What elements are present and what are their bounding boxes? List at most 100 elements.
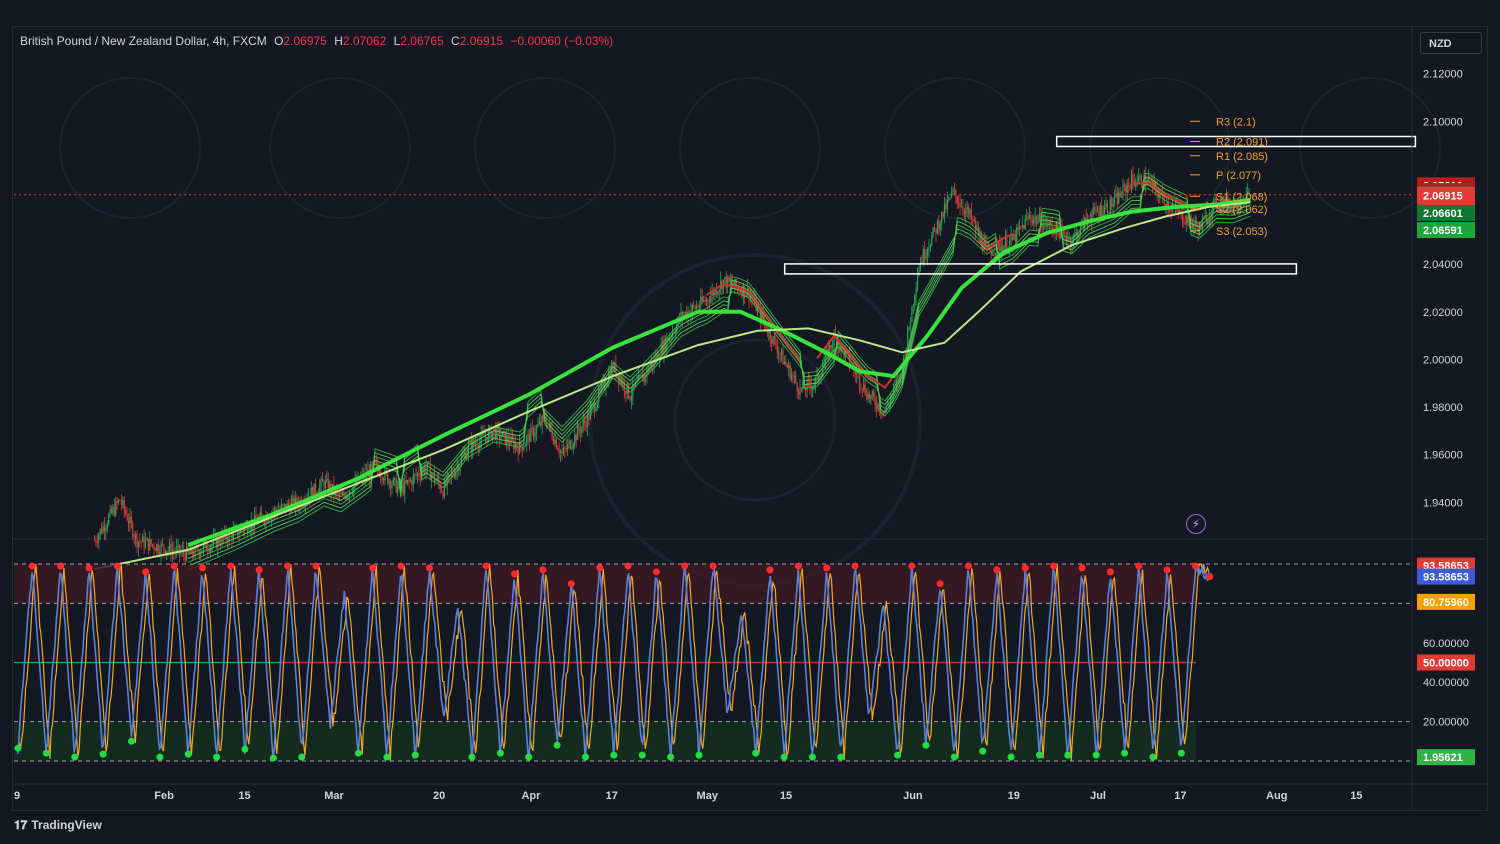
candle-body [568,440,570,444]
candle-body [962,206,964,211]
candle-body [470,441,472,452]
watermark-seal [884,77,1026,219]
osc-oversold-dot [383,753,391,761]
candle-body [625,391,627,394]
candle-body [292,497,294,503]
candle-body [931,235,933,246]
candle-body [950,191,953,198]
candle-body [154,548,157,551]
candle-body [1026,217,1028,219]
osc-oversold-dot [1035,751,1043,759]
price-axis-label: 2.12000 [1423,69,1463,81]
osc-overbought-dot [369,564,377,572]
candle-body [177,544,179,548]
candle-body [389,481,392,489]
osc-oversold-dot [127,737,135,745]
candle-body [405,480,407,483]
candle-body [523,446,525,450]
candle-body [1187,216,1189,226]
candle-body [371,463,373,466]
candle-body [517,447,519,454]
osc-oversold-dot [837,753,845,761]
candle-body [105,527,107,532]
candle-body [409,480,412,482]
watermark-seal [59,77,201,219]
price-axis-label: 1.98000 [1423,402,1463,414]
candle-body [795,375,797,383]
candle-body [319,485,321,494]
candle-body [779,353,781,355]
candle-body [1027,217,1029,218]
osc-overbought-dot [85,564,93,572]
candle-body [1094,207,1096,209]
candle-body [969,210,971,214]
candle-body [99,529,101,535]
candle-body [1047,224,1049,227]
osc-overbought-dot [539,566,547,574]
tradingview-logo[interactable]: 𝟏𝟕 TradingView [14,818,102,833]
brand-name: TradingView [31,818,102,832]
candle-body [942,211,944,217]
candle-body [395,478,397,493]
osc-oversold-dot [496,749,504,757]
candle-body [576,426,579,441]
lightning-icon[interactable]: ⚡ [1186,514,1206,534]
osc-overbought-dot [596,564,604,572]
candle-body [110,508,113,513]
candle-body [914,296,916,306]
candle-body [440,490,443,492]
candle-body [435,480,437,482]
candle-body [1038,214,1041,221]
osc-overbought-dot [511,570,519,578]
candle-body [140,541,142,543]
candle-body [163,544,165,550]
candle-body [571,447,573,449]
osc-badge-text: 1.95621 [1423,752,1463,764]
chart-canvas[interactable]: 2.12000 2.10000 2.04000 2.02000 2.00000 1.980… [0,0,1500,844]
candle-body [1004,237,1007,246]
osc-overbought-dot [652,568,660,576]
osc-oversold-dot [894,751,902,759]
osc-oversold-dot [780,753,788,761]
candle-body [106,524,108,528]
candle-body [414,474,416,476]
candle-body [595,408,597,412]
sr-zone-box [783,263,1298,275]
candle-body [565,448,567,450]
candle-body [555,439,557,449]
candle-body [1186,216,1188,224]
osc-badge-text: 93.58653 [1423,572,1469,584]
osc-overbought-dot [823,564,831,572]
candle-body [321,478,324,482]
candle-body [419,476,421,478]
candle-body [1137,177,1140,184]
candle-body [534,433,536,437]
candle-body [1118,192,1120,204]
candle-body [792,375,794,377]
candle-body [96,541,98,543]
candle-body [151,544,154,546]
time-axis-label: 15 [238,790,250,802]
candle-body [782,350,784,365]
candle-body [443,481,446,498]
osc-overbought-dot [284,562,292,570]
osc-oversold-dot [922,741,930,749]
candle-body [793,375,795,377]
osc-overbought-dot [567,580,575,588]
candle-body [861,388,863,391]
candle-body [741,291,743,297]
candle-body [125,510,127,515]
candle-body [783,361,786,365]
candle-body [629,397,631,401]
tv-mark-icon: 𝟏𝟕 [14,818,28,832]
candle-body [521,446,523,450]
time-axis-label: Mar [324,790,344,802]
candle-body [1130,174,1133,190]
candle-body [578,426,580,432]
candle-body [806,380,808,391]
candle-body [1006,237,1008,250]
candle-body [856,372,858,375]
candle-body [943,203,946,217]
osc-overbought-dot [1163,566,1171,574]
osc-overbought-dot [908,562,916,570]
